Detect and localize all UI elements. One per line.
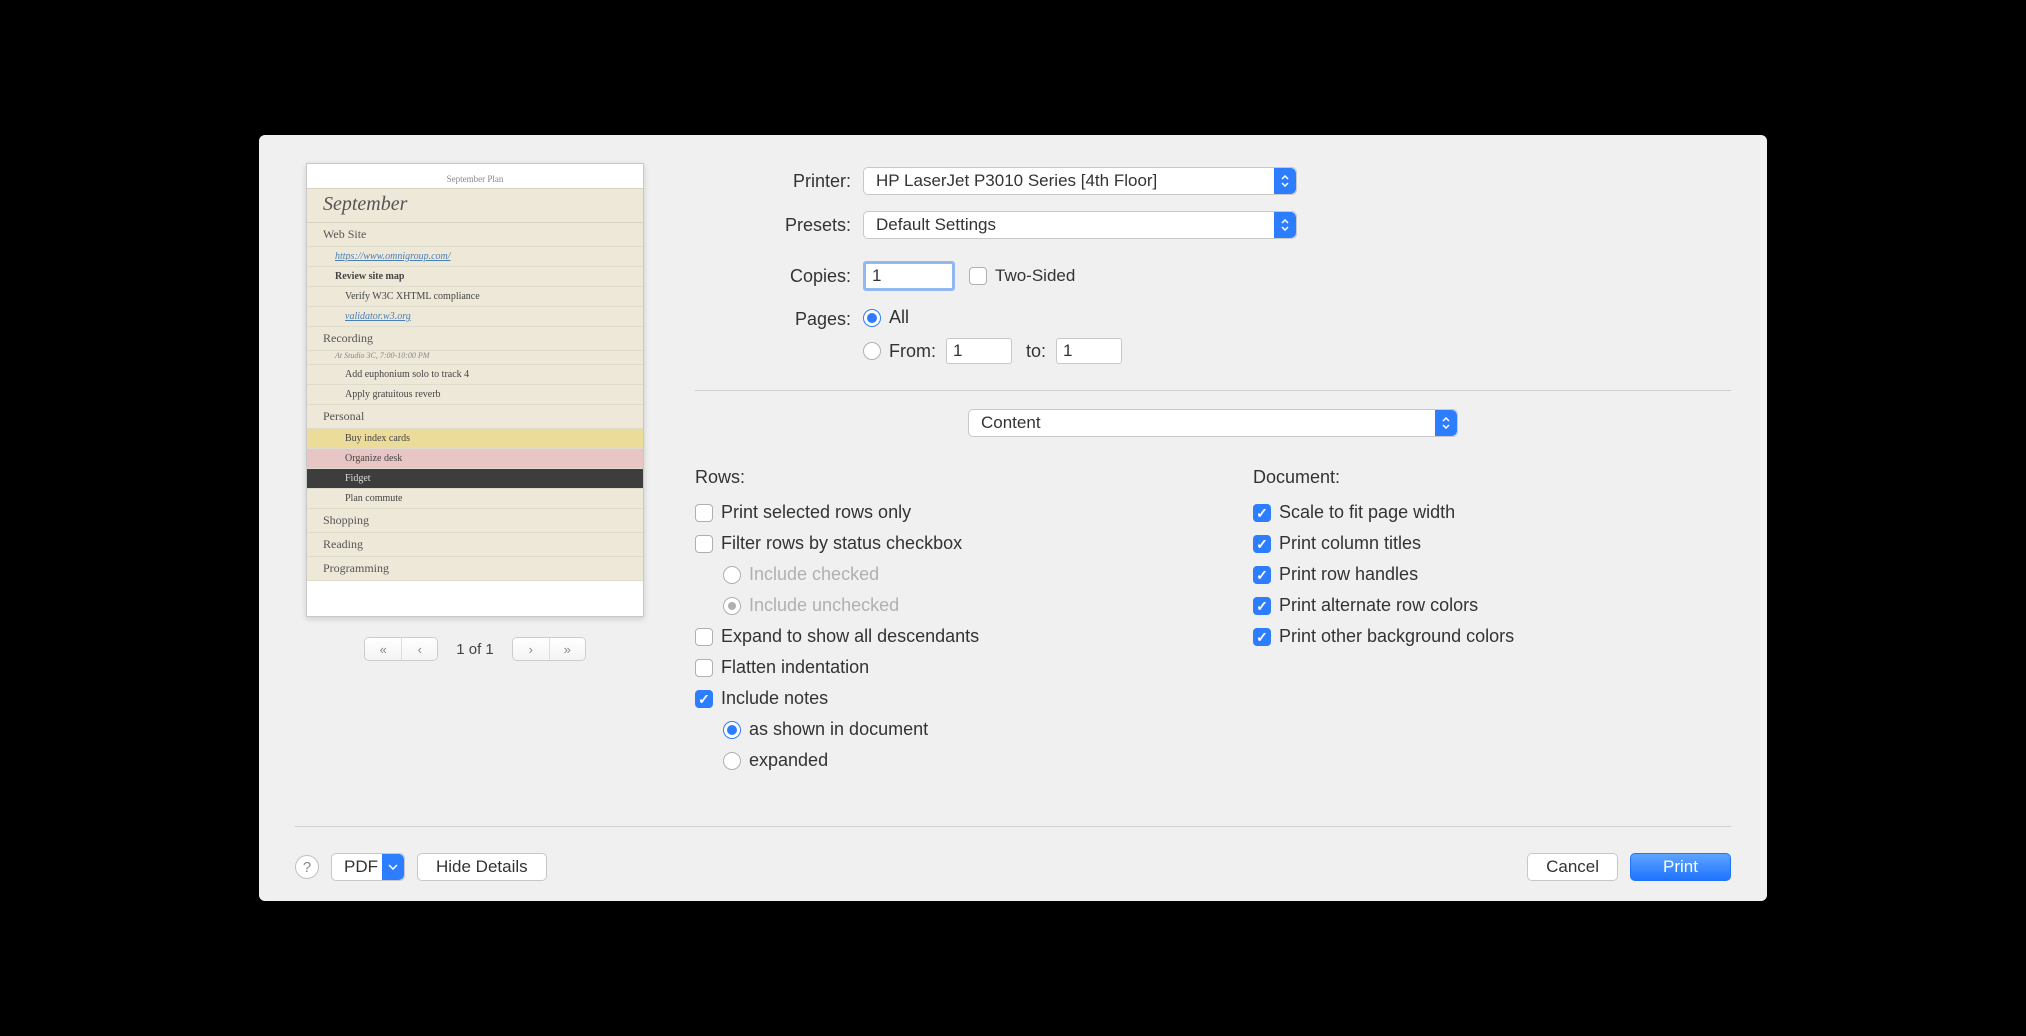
preview-row: Buy index cards — [307, 429, 643, 449]
pages-from-label: From: — [889, 341, 936, 362]
pages-from-input[interactable] — [946, 338, 1012, 364]
preview-row: Organize desk — [307, 449, 643, 469]
preview-row: Plan commute — [307, 489, 643, 509]
printer-label: Printer: — [695, 171, 863, 192]
expand-desc-checkbox[interactable] — [695, 628, 713, 646]
include-unchecked-radio — [723, 597, 741, 615]
scale-fit-label: Scale to fit page width — [1279, 502, 1455, 523]
preview-heading: September — [307, 188, 643, 223]
filter-status-label: Filter rows by status checkbox — [721, 533, 962, 554]
pager-last-button[interactable]: » — [549, 638, 585, 660]
bottom-bar: ? PDF Hide Details Cancel Print — [295, 826, 1731, 881]
pager-label: 1 of 1 — [456, 641, 494, 658]
preview-row: https://www.omnigroup.com/ — [307, 247, 643, 267]
preview-row: Shopping — [307, 509, 643, 533]
pager-first-button[interactable]: « — [365, 638, 401, 660]
preview-row: Recording — [307, 327, 643, 351]
pager-prev-button[interactable]: ‹ — [401, 638, 437, 660]
divider — [695, 390, 1731, 391]
pager-next-button[interactable]: › — [513, 638, 549, 660]
pager-right-group: › » — [512, 637, 586, 661]
notes-expanded-label: expanded — [749, 750, 828, 771]
two-sided-checkbox[interactable] — [969, 267, 987, 285]
flatten-label: Flatten indentation — [721, 657, 869, 678]
select-arrows-icon — [1274, 212, 1296, 238]
preview-row: validator.w3.org — [307, 307, 643, 327]
filter-status-checkbox[interactable] — [695, 535, 713, 553]
two-sided-label: Two-Sided — [995, 266, 1075, 286]
section-select[interactable]: Content — [968, 409, 1458, 437]
bg-colors-label: Print other background colors — [1279, 626, 1514, 647]
pages-label: Pages: — [695, 307, 863, 330]
col-titles-label: Print column titles — [1279, 533, 1421, 554]
notes-as-shown-label: as shown in document — [749, 719, 928, 740]
pages-to-input[interactable] — [1056, 338, 1122, 364]
preview-row: Verify W3C XHTML compliance — [307, 287, 643, 307]
pdf-label: PDF — [344, 857, 378, 877]
notes-as-shown-radio[interactable] — [723, 721, 741, 739]
print-dialog: September Plan September Web Sitehttps:/… — [259, 135, 1767, 901]
printer-select[interactable]: HP LaserJet P3010 Series [4th Floor] — [863, 167, 1297, 195]
include-notes-checkbox[interactable] — [695, 690, 713, 708]
print-selected-label: Print selected rows only — [721, 502, 911, 523]
chevron-down-icon — [382, 854, 404, 880]
alt-colors-checkbox[interactable] — [1253, 597, 1271, 615]
presets-select[interactable]: Default Settings — [863, 211, 1297, 239]
rows-title: Rows: — [695, 467, 1173, 488]
preview-row: Reading — [307, 533, 643, 557]
presets-label: Presets: — [695, 215, 863, 236]
col-titles-checkbox[interactable] — [1253, 535, 1271, 553]
row-handles-checkbox[interactable] — [1253, 566, 1271, 584]
include-checked-radio — [723, 566, 741, 584]
preview-doc-title: September Plan — [307, 174, 643, 184]
preview-row: Personal — [307, 405, 643, 429]
section-value: Content — [981, 413, 1041, 433]
print-selected-checkbox[interactable] — [695, 504, 713, 522]
options-columns: Rows: Print selected rows only Filter ro… — [695, 467, 1731, 781]
doc-title: Document: — [1253, 467, 1731, 488]
cancel-button[interactable]: Cancel — [1527, 853, 1618, 881]
preview-row: Web Site — [307, 223, 643, 247]
hide-details-button[interactable]: Hide Details — [417, 853, 547, 881]
expand-desc-label: Expand to show all descendants — [721, 626, 979, 647]
help-button[interactable]: ? — [295, 855, 319, 879]
preview-row: Review site map — [307, 267, 643, 287]
preview-pager: « ‹ 1 of 1 › » — [364, 637, 586, 661]
notes-expanded-radio[interactable] — [723, 752, 741, 770]
include-checked-label: Include checked — [749, 564, 879, 585]
preview-row: Add euphonium solo to track 4 — [307, 365, 643, 385]
copies-input[interactable] — [863, 261, 955, 291]
pager-left-group: « ‹ — [364, 637, 438, 661]
pages-all-radio[interactable] — [863, 309, 881, 327]
pdf-menu-button[interactable]: PDF — [331, 853, 405, 881]
presets-value: Default Settings — [876, 215, 996, 235]
pages-range-radio[interactable] — [863, 342, 881, 360]
preview-row: Fidget — [307, 469, 643, 489]
include-notes-label: Include notes — [721, 688, 828, 709]
preview-row: Programming — [307, 557, 643, 581]
pages-all-label: All — [889, 307, 909, 328]
preview-row: Apply gratuitous reverb — [307, 385, 643, 405]
scale-fit-checkbox[interactable] — [1253, 504, 1271, 522]
page-preview: September Plan September Web Sitehttps:/… — [306, 163, 644, 617]
include-unchecked-label: Include unchecked — [749, 595, 899, 616]
select-arrows-icon — [1435, 410, 1457, 436]
print-button[interactable]: Print — [1630, 853, 1731, 881]
printer-value: HP LaserJet P3010 Series [4th Floor] — [876, 171, 1157, 191]
pages-to-label: to: — [1026, 341, 1046, 362]
preview-pane: September Plan September Web Sitehttps:/… — [295, 163, 655, 816]
preview-row: At Studio 3C, 7:00-10:00 PM — [307, 351, 643, 365]
copies-label: Copies: — [695, 266, 863, 287]
flatten-checkbox[interactable] — [695, 659, 713, 677]
row-handles-label: Print row handles — [1279, 564, 1418, 585]
main-content: September Plan September Web Sitehttps:/… — [295, 163, 1731, 816]
controls-pane: Printer: HP LaserJet P3010 Series [4th F… — [695, 163, 1731, 816]
select-arrows-icon — [1274, 168, 1296, 194]
bg-colors-checkbox[interactable] — [1253, 628, 1271, 646]
alt-colors-label: Print alternate row colors — [1279, 595, 1478, 616]
